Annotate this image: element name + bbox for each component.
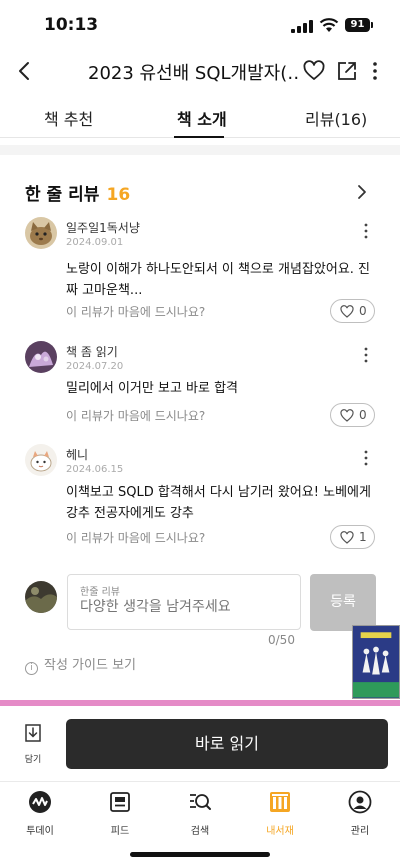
- writing-guide-link[interactable]: i 작성 가이드 보기: [25, 654, 136, 675]
- review-text: 노랑이 이해가 하나도안되서 이 책으로 개념잡았어요. 진짜 고마운책...: [66, 262, 371, 298]
- home-indicator: [130, 852, 270, 857]
- review-item: 일주일1독서냥 2024.09.01 노랑이 이해가 하나도안되서 이 책으로 …: [25, 217, 377, 327]
- download-icon: [25, 724, 41, 742]
- my-avatar: [25, 581, 57, 613]
- nav-today[interactable]: 투데이: [10, 790, 70, 837]
- like-count: 0: [359, 408, 367, 422]
- like-button[interactable]: 0: [330, 299, 375, 323]
- review-more-icon[interactable]: [361, 448, 371, 468]
- review-date: 2024.09.01: [66, 237, 124, 248]
- char-counter: 0/50: [268, 633, 295, 647]
- save-label: 담기: [24, 755, 42, 765]
- submit-review-button[interactable]: 등록: [310, 574, 376, 631]
- book-title: 2023 유선배 SQL개발자(…: [88, 63, 298, 84]
- review-item: 헤니 2024.06.15 이책보고 SQLD 합격해서 다시 남기러 왔어요!…: [25, 444, 377, 554]
- nav-library[interactable]: 내서재: [250, 790, 310, 837]
- save-to-library-button[interactable]: 담기: [18, 720, 48, 766]
- more-options-button[interactable]: [365, 59, 385, 83]
- signal-icon: [291, 20, 313, 33]
- review-text: 밀리에서 이거만 보고 바로 합격: [66, 381, 239, 396]
- review-section-header[interactable]: 한 줄 리뷰 16: [25, 180, 375, 205]
- review-text: 이책보고 SQLD 합격해서 다시 남기러 왔어요! 노베에게 강추 전공자에게…: [66, 485, 371, 521]
- avatar: [25, 341, 57, 373]
- nav-manage[interactable]: 관리: [330, 790, 390, 837]
- nav-label: 관리: [350, 826, 370, 837]
- battery-icon: 91: [345, 18, 373, 32]
- section-divider: [0, 145, 400, 155]
- share-button[interactable]: [335, 59, 359, 83]
- review-input-box[interactable]: 한줄 리뷰: [67, 574, 301, 630]
- today-icon: [29, 791, 51, 813]
- review-count: 16: [106, 185, 131, 205]
- review-feedback-prompt: 이 리뷰가 마음에 드시나요?: [66, 305, 206, 319]
- search-icon: [190, 794, 211, 810]
- favorite-heart-button[interactable]: [302, 59, 326, 83]
- like-button[interactable]: 0: [330, 403, 375, 427]
- tab-bar: 책 추천 책 소개 리뷰(16): [0, 94, 400, 138]
- writing-guide-label: 작성 가이드 보기: [44, 658, 136, 673]
- review-more-icon[interactable]: [361, 345, 371, 365]
- active-tab-indicator: [174, 136, 224, 138]
- reviewer-name: 책 좀 읽기: [66, 345, 118, 359]
- review-feedback-prompt: 이 리뷰가 마음에 드시나요?: [66, 531, 206, 545]
- app-header: 2023 유선배 SQL개발자(…: [0, 50, 400, 92]
- feed-icon: [110, 792, 130, 812]
- review-date: 2024.07.20: [66, 361, 124, 372]
- read-now-button[interactable]: 바로 읽기: [66, 719, 388, 769]
- heart-icon: [340, 409, 354, 422]
- review-item: 책 좀 읽기 2024.07.20 밀리에서 이거만 보고 바로 합격 이 리뷰…: [25, 341, 377, 431]
- action-bar: 담기 바로 읽기: [0, 706, 400, 782]
- tab-recommend[interactable]: 책 추천: [44, 106, 93, 130]
- tab-reviews[interactable]: 리뷰(16): [305, 106, 367, 130]
- avatar: [25, 217, 57, 249]
- nav-label: 투데이: [26, 826, 54, 837]
- like-button[interactable]: 1: [330, 525, 375, 549]
- nav-feed[interactable]: 피드: [90, 790, 150, 837]
- library-icon: [270, 792, 290, 812]
- back-button[interactable]: [12, 58, 38, 84]
- review-input-label: 한줄 리뷰: [80, 587, 120, 598]
- tab-intro[interactable]: 책 소개: [177, 106, 227, 130]
- chevron-right-icon[interactable]: [355, 182, 369, 202]
- review-section-title: 한 줄 리뷰: [25, 185, 100, 205]
- status-bar: 10:13 91: [0, 0, 400, 50]
- status-time: 10:13: [44, 15, 99, 35]
- reviewer-name: 헤니: [66, 448, 89, 462]
- book-cover-thumbnail[interactable]: [352, 625, 400, 699]
- review-more-icon[interactable]: [361, 221, 371, 241]
- info-icon: i: [25, 662, 38, 675]
- like-count: 0: [359, 304, 367, 318]
- reviewer-name: 일주일1독서냥: [66, 221, 140, 235]
- heart-icon: [340, 531, 354, 544]
- nav-label: 내서재: [266, 826, 294, 837]
- nav-search[interactable]: 검색: [170, 790, 230, 837]
- avatar: [25, 444, 57, 476]
- review-feedback-prompt: 이 리뷰가 마음에 드시나요?: [66, 409, 206, 423]
- nav-label: 검색: [190, 826, 210, 837]
- profile-icon: [348, 790, 372, 814]
- nav-label: 피드: [110, 826, 130, 837]
- review-date: 2024.06.15: [66, 464, 124, 475]
- wifi-icon: [319, 18, 339, 32]
- review-input[interactable]: [80, 599, 290, 615]
- heart-icon: [340, 305, 354, 318]
- like-count: 1: [359, 530, 367, 544]
